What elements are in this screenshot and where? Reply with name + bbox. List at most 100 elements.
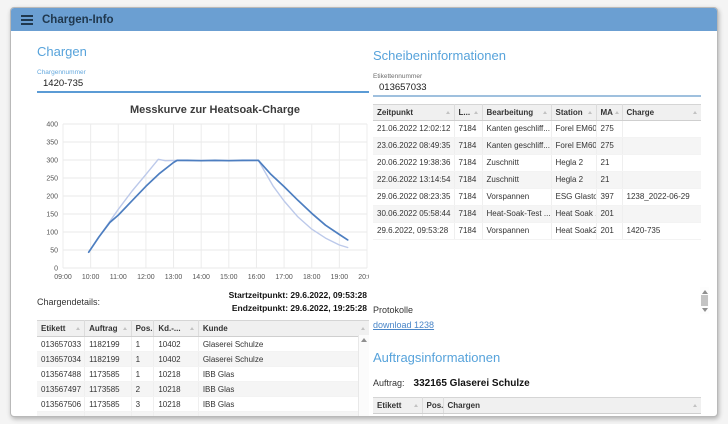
etikettennummer-input[interactable]: 013657033 (373, 81, 701, 95)
table-cell: Glaserei Schulze (198, 336, 369, 352)
svg-text:09:00: 09:00 (54, 274, 72, 281)
column-header[interactable]: MA (596, 103, 623, 121)
table-cell: 1182199 (84, 336, 132, 352)
column-header[interactable]: Etikett (373, 396, 423, 414)
table-row[interactable]: 013567497 1173585 2 10218 IBB Glas (37, 381, 369, 397)
table-row[interactable]: 29.6.2022, 09:53:28 7184 Vorspannen Heat So… (373, 222, 701, 240)
column-header[interactable]: Bearbeitung (482, 103, 552, 121)
sort-ascending-icon[interactable] (693, 403, 697, 407)
table-cell: 10218 (153, 381, 199, 397)
right-panel-scrollbar[interactable] (700, 287, 709, 314)
svg-text:Messkurve zur Heatsoak-Charge: Messkurve zur Heatsoak-Charge (130, 104, 300, 116)
chargennummer-label: Chargennummer (37, 69, 86, 76)
column-header-label: Zeitpunkt (377, 107, 413, 117)
table-cell: 10402 (153, 336, 199, 352)
column-header[interactable]: Kd.-... (153, 320, 199, 337)
table-row[interactable]: 013567488 1173585 1 10218 IBB Glas (37, 366, 369, 382)
app-title: Chargen-Info (42, 13, 114, 26)
chart-svg: Messkurve zur Heatsoak-Charge 0 50 100 150 20… (46, 104, 376, 281)
svg-text:100: 100 (46, 230, 58, 237)
left-table-scrollbar[interactable] (358, 335, 369, 416)
column-header-label: Auftrag (89, 324, 118, 333)
table-cell: 013567506 (37, 396, 86, 412)
auftrag-line: Auftrag: 332165 Glaserei Schulze (373, 378, 701, 389)
scrollbar-thumb[interactable] (701, 295, 708, 306)
svg-text:13:00: 13:00 (165, 274, 183, 281)
column-header-label: Kd.-... (158, 324, 181, 333)
svg-text:12:00: 12:00 (137, 274, 155, 281)
sort-ascending-icon[interactable] (361, 327, 365, 330)
table-cell: Zuschnitt (482, 154, 552, 172)
svg-text:11:00: 11:00 (110, 274, 127, 281)
heatsoak-chart: Messkurve zur Heatsoak-Charge 0 50 100 150 20… (37, 100, 376, 285)
table-cell: 10402 (153, 351, 199, 367)
table-cell: 275 (596, 137, 623, 155)
sort-ascending-icon[interactable] (587, 110, 592, 114)
table-cell: Hegla 2 (551, 171, 597, 189)
sort-ascending-icon[interactable] (122, 327, 127, 330)
table-cell: 1238_2022-06-29 (622, 188, 701, 206)
table-cell: 29.06.2022 08:23:35 (373, 188, 455, 206)
sort-ascending-icon[interactable] (542, 110, 547, 114)
scroll-up-icon[interactable] (701, 290, 708, 294)
column-header[interactable]: Charge (622, 103, 701, 121)
table-row[interactable]: 0135675151173585410218IBB Glas (37, 411, 369, 416)
column-header[interactable]: Auftrag (84, 320, 132, 337)
table-row[interactable]: 22.06.2022 13:14:54 7184 Zuschnitt Hegla 22… (373, 171, 701, 189)
svg-text:50: 50 (50, 248, 58, 255)
column-header-label: Pos. (426, 400, 443, 410)
download-link[interactable]: download 1238 (373, 320, 434, 330)
chargennummer-input[interactable]: 1420-735 (37, 77, 369, 91)
svg-text:20:00: 20:00 (358, 274, 369, 281)
table-row[interactable]: 29.06.2022 08:23:35 7184 Vorspannen ESG Gla… (373, 188, 701, 206)
table-cell: Hegla 2 (551, 154, 597, 172)
column-header-label: Etikett (41, 324, 66, 333)
column-header[interactable]: Zeitpunkt (373, 103, 455, 121)
column-header[interactable]: Kunde (198, 320, 369, 337)
table-row[interactable]: 21.06.2022 12:02:12 7184 Kanten geschliff.… (373, 120, 701, 138)
table-cell: 1 (131, 336, 155, 352)
table-cell: 013657033... (373, 413, 423, 416)
table-cell: 013657033 (37, 336, 86, 352)
table-row[interactable]: 30.06.2022 05:58:44 7184 Heat-Soak-Test ..… (373, 205, 701, 223)
auftragsinformationen-heading: Auftragsinformationen (373, 349, 501, 365)
sort-ascending-icon[interactable] (413, 403, 418, 407)
column-header[interactable]: Station (551, 103, 597, 121)
table-row[interactable]: 20.06.2022 19:38:36 7184 Zuschnitt Hegla 22… (373, 154, 701, 172)
table-cell: 1173585 (84, 396, 132, 412)
column-header[interactable]: Etikett (37, 320, 86, 337)
svg-text:16:00: 16:00 (248, 274, 266, 281)
sort-ascending-icon[interactable] (473, 110, 478, 114)
menu-icon[interactable] (21, 14, 33, 25)
table-cell: Glaserei Schulze (198, 351, 369, 367)
svg-text:10:00: 10:00 (82, 274, 100, 281)
sort-ascending-icon[interactable] (614, 110, 619, 114)
scroll-up-icon[interactable] (361, 338, 367, 342)
svg-text:17:00: 17:00 (275, 274, 293, 281)
table-row[interactable]: 013657034 1182199 1 10402 Glaserei Schulze (37, 351, 369, 367)
table-row[interactable]: 013657033 1182199 1 10402 Glaserei Schulze (37, 336, 369, 352)
etikettennummer-underline (373, 95, 701, 97)
table-cell: 1 (131, 366, 155, 382)
table-cell: 1420-735 (622, 222, 701, 240)
sort-ascending-icon[interactable] (693, 110, 697, 114)
table-row[interactable]: 013567506 1173585 3 10218 IBB Glas (37, 396, 369, 412)
sort-ascending-icon[interactable] (445, 110, 450, 114)
table-cell: 397 (596, 188, 623, 206)
svg-text:18:00: 18:00 (303, 274, 321, 281)
table-cell: 10218 (153, 411, 199, 416)
sort-ascending-icon[interactable] (189, 327, 194, 330)
scroll-down-icon[interactable] (701, 308, 708, 312)
svg-text:14:00: 14:00 (192, 274, 210, 281)
column-header[interactable]: Chargen (443, 396, 701, 414)
table-cell: 7184 (454, 222, 483, 240)
table-row[interactable]: 23.06.2022 08:49:35 7184 Kanten geschliff.… (373, 137, 701, 155)
table-cell: 1173585 (84, 411, 132, 416)
table-row[interactable]: 013657033...1 (373, 413, 701, 416)
table-cell (622, 205, 701, 223)
column-header[interactable]: Pos. (131, 320, 155, 337)
column-header[interactable]: Pos. (422, 396, 444, 414)
column-header[interactable]: L... (454, 103, 483, 121)
sort-ascending-icon[interactable] (76, 327, 81, 330)
etikettennummer-field: Etikettennummer 013657033 (373, 73, 701, 97)
